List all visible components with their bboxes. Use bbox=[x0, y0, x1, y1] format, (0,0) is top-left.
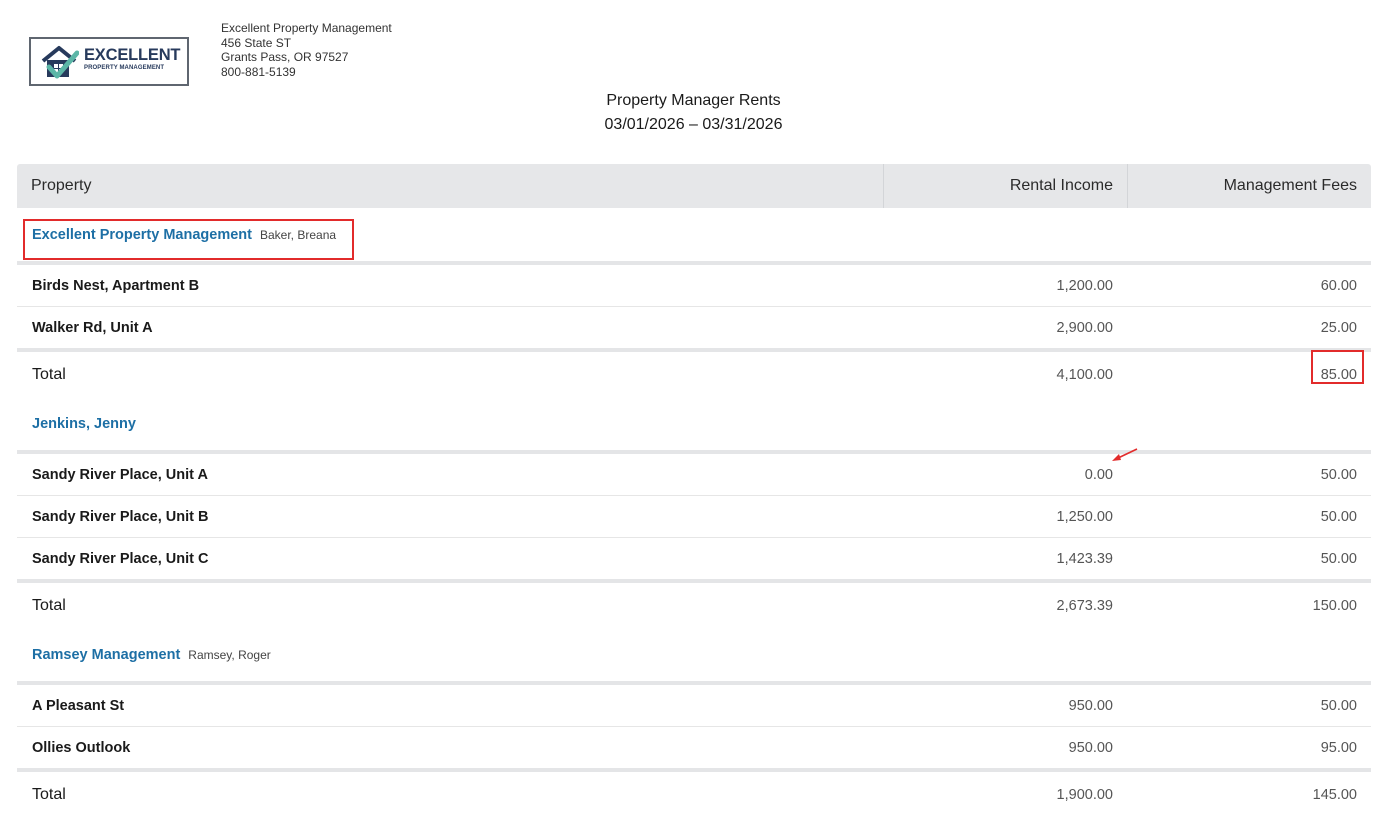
annotation-highlight-box bbox=[1311, 349, 1364, 384]
total-rental-income: 1,900.00 bbox=[1056, 786, 1113, 803]
total-rental-income: 2,673.39 bbox=[1056, 597, 1113, 614]
report-period: 03/01/2026 – 03/31/2026 bbox=[604, 116, 783, 133]
company-address: Excellent Property Management 456 State … bbox=[221, 21, 392, 79]
rental-income-value: 950.00 bbox=[1068, 739, 1113, 756]
company-phone: 800-881-5139 bbox=[221, 64, 296, 79]
rental-income-value: 950.00 bbox=[1068, 697, 1113, 714]
total-rental-income: 4,100.00 bbox=[1056, 366, 1113, 383]
management-fee-value: 25.00 bbox=[1320, 319, 1357, 336]
table-row[interactable]: A Pleasant St 950.00 50.00 bbox=[17, 685, 1371, 727]
group-header: Jenkins, Jenny bbox=[17, 397, 1371, 450]
table-row[interactable]: Sandy River Place, Unit B 1,250.00 50.00 bbox=[17, 496, 1371, 538]
management-fee-value: 50.00 bbox=[1320, 466, 1357, 483]
column-header-rental-income[interactable]: Rental Income bbox=[883, 164, 1127, 208]
company-city: Grants Pass, OR 97527 bbox=[221, 50, 349, 64]
table-header: Property Rental Income Management Fees bbox=[17, 164, 1371, 208]
group-header: Excellent Property Management Baker, Bre… bbox=[17, 208, 1371, 261]
management-fee-value: 50.00 bbox=[1320, 508, 1357, 525]
report-title-block: Property Manager Rents 03/01/2026 – 03/3… bbox=[0, 89, 1387, 137]
management-fee-value: 50.00 bbox=[1320, 697, 1357, 714]
rental-income-value: 1,200.00 bbox=[1056, 277, 1113, 294]
table-row[interactable]: Sandy River Place, Unit C 1,423.39 50.00 bbox=[17, 538, 1371, 579]
total-management-fees: 145.00 bbox=[1312, 786, 1357, 803]
group-manager: Ramsey, Roger bbox=[188, 647, 271, 662]
total-label: Total bbox=[32, 785, 66, 803]
house-checkmark-icon bbox=[41, 46, 79, 79]
property-name: Walker Rd, Unit A bbox=[32, 319, 153, 336]
rental-income-value: 1,250.00 bbox=[1056, 508, 1113, 525]
group-name-link[interactable]: Jenkins, Jenny bbox=[32, 416, 136, 432]
total-label: Total bbox=[32, 596, 66, 614]
total-row: Total 1,900.00 145.00 bbox=[17, 772, 1371, 817]
annotation-highlight-box bbox=[23, 219, 354, 260]
company-logo: EXCELLENT PROPERTY MANAGEMENT bbox=[29, 37, 189, 86]
total-management-fees-cell: 85.00 bbox=[1127, 349, 1371, 384]
column-header-management-fees[interactable]: Management Fees bbox=[1127, 164, 1371, 208]
group-name-link[interactable]: Ramsey Management bbox=[32, 647, 180, 663]
property-name: Sandy River Place, Unit C bbox=[32, 550, 209, 567]
logo-tagline: PROPERTY MANAGEMENT bbox=[84, 65, 165, 71]
report-page: EXCELLENT PROPERTY MANAGEMENT Excellent … bbox=[0, 0, 1387, 832]
total-label: Total bbox=[32, 365, 66, 383]
column-header-property[interactable]: Property bbox=[17, 164, 883, 208]
total-management-fees: 150.00 bbox=[1312, 597, 1357, 614]
management-fee-value: 50.00 bbox=[1320, 550, 1357, 567]
property-name: A Pleasant St bbox=[32, 697, 125, 714]
company-street: 456 State ST bbox=[221, 35, 292, 50]
rental-income-value: 2,900.00 bbox=[1056, 319, 1113, 336]
table-row[interactable]: Walker Rd, Unit A 2,900.00 25.00 bbox=[17, 307, 1371, 348]
property-name: Birds Nest, Apartment B bbox=[32, 277, 200, 294]
total-row: Total 2,673.39 150.00 bbox=[17, 583, 1371, 628]
rents-table: Property Rental Income Management Fees E… bbox=[17, 164, 1371, 817]
rental-income-value: 0.00 bbox=[1084, 466, 1113, 483]
table-row[interactable]: Birds Nest, Apartment B 1,200.00 60.00 bbox=[17, 265, 1371, 307]
report-title: Property Manager Rents bbox=[606, 92, 781, 109]
property-name: Sandy River Place, Unit A bbox=[32, 466, 208, 483]
company-name: Excellent Property Management bbox=[221, 21, 392, 35]
red-arrow-icon bbox=[1112, 448, 1138, 461]
rental-income-value: 1,423.39 bbox=[1056, 550, 1113, 567]
property-name: Ollies Outlook bbox=[32, 739, 131, 756]
total-row: Total 4,100.00 85.00 bbox=[17, 349, 1371, 397]
table-row[interactable]: Sandy River Place, Unit A 0.00 50.00 bbox=[17, 454, 1371, 496]
management-fee-value: 95.00 bbox=[1320, 739, 1357, 756]
table-row[interactable]: Ollies Outlook 950.00 95.00 bbox=[17, 727, 1371, 768]
property-name: Sandy River Place, Unit B bbox=[32, 508, 209, 525]
logo-wordmark: EXCELLENT bbox=[84, 46, 181, 64]
group-header: Ramsey Management Ramsey, Roger bbox=[17, 628, 1371, 681]
management-fee-value: 60.00 bbox=[1320, 277, 1357, 294]
